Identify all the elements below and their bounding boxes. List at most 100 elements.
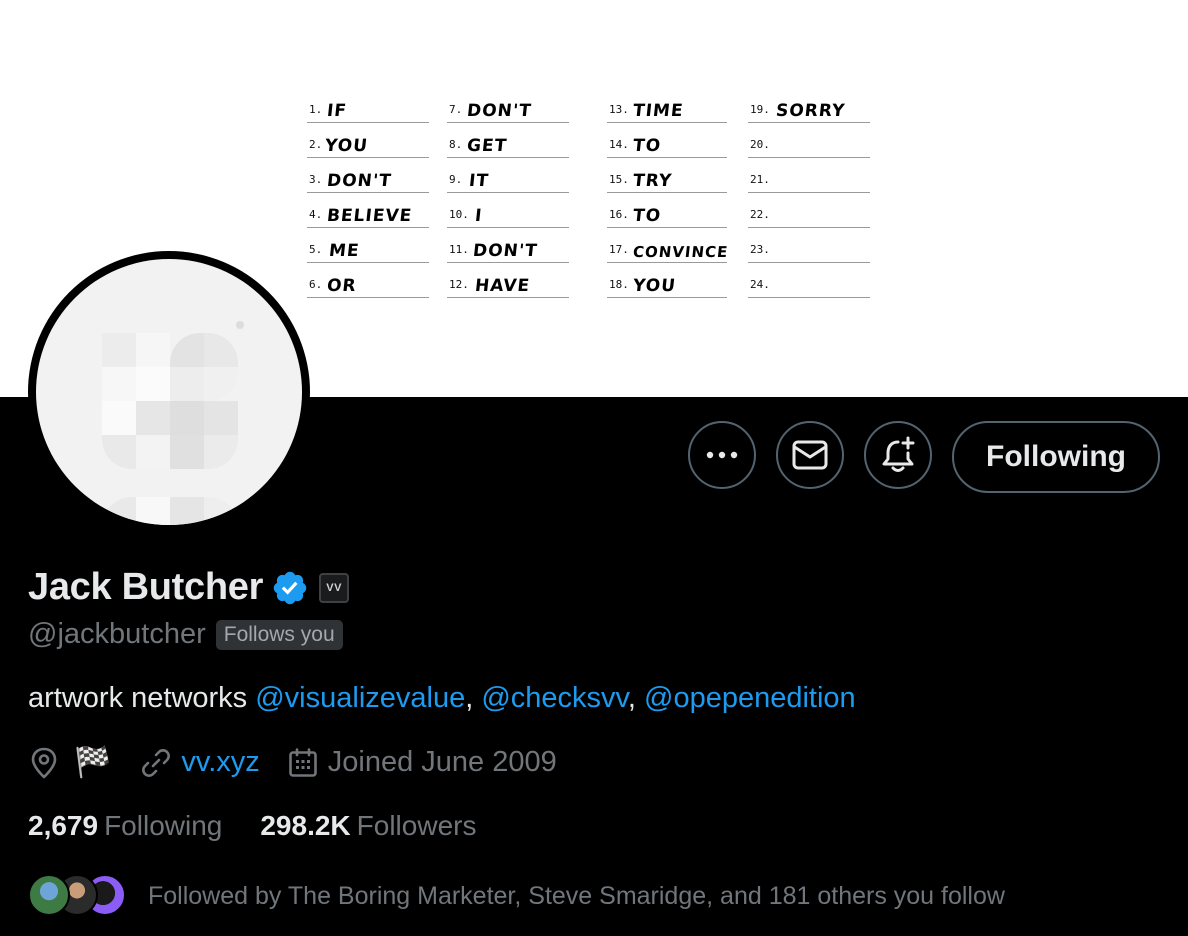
location-pin-icon bbox=[31, 747, 57, 778]
bio-mention-opepenedition[interactable]: @opepenedition bbox=[644, 682, 856, 714]
avatar-pixel bbox=[204, 497, 238, 525]
name-row: Jack Butcher VV bbox=[28, 566, 350, 609]
list-word: TO bbox=[631, 136, 663, 156]
avatar-pixel bbox=[136, 435, 170, 469]
avatar bbox=[28, 874, 70, 916]
link-icon bbox=[142, 748, 171, 777]
bell-plus-icon bbox=[882, 436, 915, 472]
list-number: 13. bbox=[609, 103, 629, 116]
followed-by[interactable]: Followed by The Boring Marketer, Steve S… bbox=[28, 872, 1005, 920]
profile-meta: 🏁 vv.xyz Joined June 2009 bbox=[28, 745, 585, 780]
list-item: 8. GET bbox=[447, 127, 569, 158]
list-number: 11. bbox=[449, 243, 469, 256]
list-word: YOU bbox=[631, 276, 678, 296]
list-item: 12. HAVE bbox=[447, 267, 569, 298]
joined-text: Joined June 2009 bbox=[327, 746, 557, 778]
list-item: 22. bbox=[748, 197, 870, 228]
website[interactable]: vv.xyz bbox=[139, 746, 260, 780]
list-number: 3. bbox=[309, 173, 323, 186]
following-stat[interactable]: 2,679 Following bbox=[28, 810, 222, 842]
list-item: 16. TO bbox=[607, 197, 727, 228]
avatar-image bbox=[36, 259, 302, 525]
avatar-pixel bbox=[204, 435, 238, 469]
bio-separator: , bbox=[465, 682, 474, 714]
display-name: Jack Butcher bbox=[28, 566, 264, 608]
handle-row: @jackbutcher Follows you bbox=[28, 618, 343, 651]
list-item: 11. DON'T bbox=[447, 232, 569, 263]
list-item: 15. TRY bbox=[607, 162, 727, 193]
list-number: 22. bbox=[750, 208, 770, 221]
list-word: CONVINCE bbox=[632, 243, 730, 261]
list-item: 3. DON'T bbox=[307, 162, 429, 193]
avatar-pixel bbox=[102, 401, 136, 435]
following-button[interactable]: Following bbox=[952, 421, 1160, 493]
list-item: 19. SORRY bbox=[748, 92, 870, 123]
message-button[interactable] bbox=[776, 421, 844, 489]
list-word: GET bbox=[465, 136, 509, 156]
profile-avatar[interactable] bbox=[28, 251, 310, 533]
list-number: 8. bbox=[449, 138, 463, 151]
calendar-icon bbox=[288, 747, 317, 777]
list-word: OR bbox=[325, 276, 358, 296]
profile-bio: artwork networks @visualizevalue, @check… bbox=[28, 682, 856, 715]
list-number: 24. bbox=[750, 278, 770, 291]
list-word: YOU bbox=[323, 136, 370, 156]
list-number: 16. bbox=[609, 208, 629, 221]
list-item: 10. I bbox=[447, 197, 569, 228]
list-item: 7. DON'T bbox=[447, 92, 569, 123]
avatar-pixel bbox=[170, 367, 204, 401]
list-number: 7. bbox=[449, 103, 463, 116]
followers-stat[interactable]: 298.2K Followers bbox=[260, 810, 476, 842]
list-number: 10. bbox=[449, 208, 469, 221]
bio-mention-visualizevalue[interactable]: @visualizevalue bbox=[255, 682, 465, 714]
website-link[interactable]: vv.xyz bbox=[181, 746, 259, 779]
list-number: 12. bbox=[449, 278, 469, 291]
list-item: 5. ME bbox=[307, 232, 429, 263]
list-item: 6. OR bbox=[307, 267, 429, 298]
list-word: ME bbox=[327, 241, 361, 261]
list-item: 20. bbox=[748, 127, 870, 158]
bio-separator: , bbox=[627, 682, 636, 714]
list-number: 14. bbox=[609, 138, 629, 151]
following-label: Following bbox=[104, 810, 223, 841]
list-number: 4. bbox=[309, 208, 323, 221]
list-word: DON'T bbox=[471, 241, 539, 261]
avatar-dot bbox=[236, 321, 244, 329]
list-number: 2. bbox=[309, 138, 323, 151]
list-item: 9. IT bbox=[447, 162, 569, 193]
list-word: DON'T bbox=[325, 171, 393, 191]
list-word: I bbox=[473, 206, 484, 226]
list-word: IT bbox=[467, 171, 490, 191]
list-item: 23. bbox=[748, 232, 870, 263]
avatar-pixel bbox=[102, 367, 136, 401]
avatar-pixel bbox=[136, 401, 170, 435]
list-number: 21. bbox=[750, 173, 770, 186]
verified-badge-icon[interactable] bbox=[271, 569, 309, 607]
location: 🏁 bbox=[28, 745, 111, 780]
follow-stats: 2,679 Following 298.2K Followers bbox=[28, 810, 514, 842]
avatar-pixel bbox=[170, 401, 204, 435]
list-number: 6. bbox=[309, 278, 323, 291]
list-item: 4. BELIEVE bbox=[307, 197, 429, 228]
avatar-pixel bbox=[136, 333, 170, 367]
list-number: 19. bbox=[750, 103, 770, 116]
list-number: 9. bbox=[449, 173, 463, 186]
followed-by-text[interactable]: Followed by The Boring Marketer, Steve S… bbox=[148, 882, 1005, 911]
bio-mention-checksvv[interactable]: @checksvv bbox=[481, 682, 628, 714]
list-item: 14. TO bbox=[607, 127, 727, 158]
mutual-avatars bbox=[28, 872, 128, 920]
list-number: 23. bbox=[750, 243, 770, 256]
list-word: IF bbox=[325, 101, 349, 121]
list-number: 18. bbox=[609, 278, 629, 291]
list-item: 21. bbox=[748, 162, 870, 193]
avatar-pixel bbox=[136, 497, 170, 525]
followers-label: Followers bbox=[356, 810, 477, 841]
list-item: 2. YOU bbox=[307, 127, 429, 158]
list-number: 20. bbox=[750, 138, 770, 151]
more-button[interactable] bbox=[688, 421, 756, 489]
list-item: 13. TIME bbox=[607, 92, 727, 123]
affiliate-badge[interactable]: VV bbox=[319, 572, 350, 603]
list-number: 1. bbox=[309, 103, 323, 116]
list-word: SORRY bbox=[774, 101, 847, 121]
notifications-button[interactable] bbox=[864, 421, 932, 489]
